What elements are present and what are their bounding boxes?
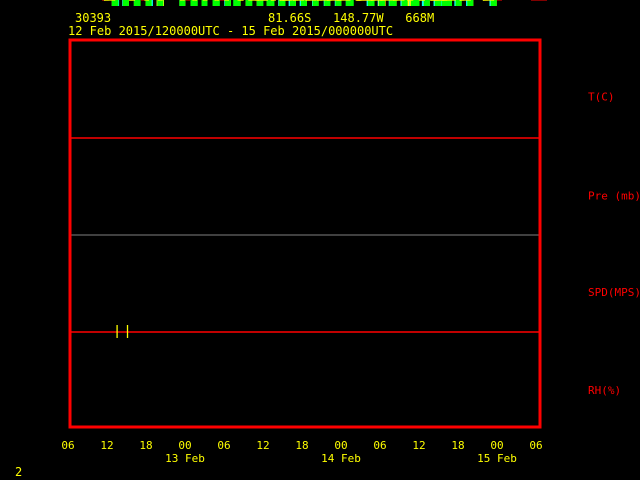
- rh-point: [279, 0, 286, 6]
- x-tick-label: 00: [334, 439, 347, 452]
- rh-point: [312, 0, 319, 6]
- rh-point: [490, 0, 497, 6]
- x-tick-label: 06: [61, 439, 74, 452]
- rh-point: [445, 0, 452, 6]
- rh-point: [201, 0, 208, 6]
- x-tick-label: 12: [412, 439, 425, 452]
- panel-label-rh: RH(%): [588, 384, 621, 397]
- x-day-label: 14 Feb: [321, 452, 361, 465]
- rh-point: [413, 0, 420, 6]
- x-tick-label: 06: [529, 439, 542, 452]
- x-tick-label: 18: [139, 439, 152, 452]
- x-day-label: 15 Feb: [477, 452, 517, 465]
- panel-label-pressure: Pre (mb): [588, 190, 640, 203]
- rh-point: [347, 0, 354, 6]
- y-tick-label: 50.0: [557, 0, 584, 3]
- rh-point: [378, 0, 385, 6]
- rh-point: [289, 0, 296, 6]
- x-tick-label: 18: [295, 439, 308, 452]
- meteogram-chart: 0.0-5.0-10.0-15.0-20.0-25.0-30.0T(C)892.…: [61, 0, 640, 465]
- panel-label-wind: SPD(MPS): [588, 286, 640, 299]
- rh-point: [145, 0, 152, 6]
- x-tick-label: 12: [256, 439, 269, 452]
- rh-point: [111, 0, 118, 6]
- rh-point: [157, 0, 164, 6]
- rh-point: [246, 0, 253, 6]
- rh-point: [423, 0, 430, 6]
- rh-point: [257, 0, 264, 6]
- rh-point: [335, 0, 342, 6]
- rh-point: [401, 0, 408, 6]
- rh-point: [268, 0, 275, 6]
- panel-label-temperature: T(C): [588, 91, 615, 104]
- x-day-label: 13 Feb: [165, 452, 205, 465]
- rh-point: [179, 0, 186, 6]
- x-tick-label: 06: [373, 439, 386, 452]
- rh-point: [122, 0, 129, 6]
- rh-point: [324, 0, 331, 6]
- rh-point: [368, 0, 375, 6]
- rh-point: [224, 0, 231, 6]
- rh-point: [134, 0, 141, 6]
- x-tick-label: 06: [217, 439, 230, 452]
- rh-point: [435, 0, 442, 6]
- rh-point: [455, 0, 462, 6]
- x-tick-label: 00: [178, 439, 191, 452]
- x-tick-label: 12: [100, 439, 113, 452]
- rh-point: [390, 0, 397, 6]
- rh-point: [234, 0, 241, 6]
- rh-point: [191, 0, 198, 6]
- rh-point: [300, 0, 307, 6]
- rh-point: [213, 0, 220, 6]
- rh-point: [467, 0, 474, 6]
- x-tick-label: 18: [451, 439, 464, 452]
- plot-frame: [68, 38, 542, 429]
- x-tick-label: 00: [490, 439, 503, 452]
